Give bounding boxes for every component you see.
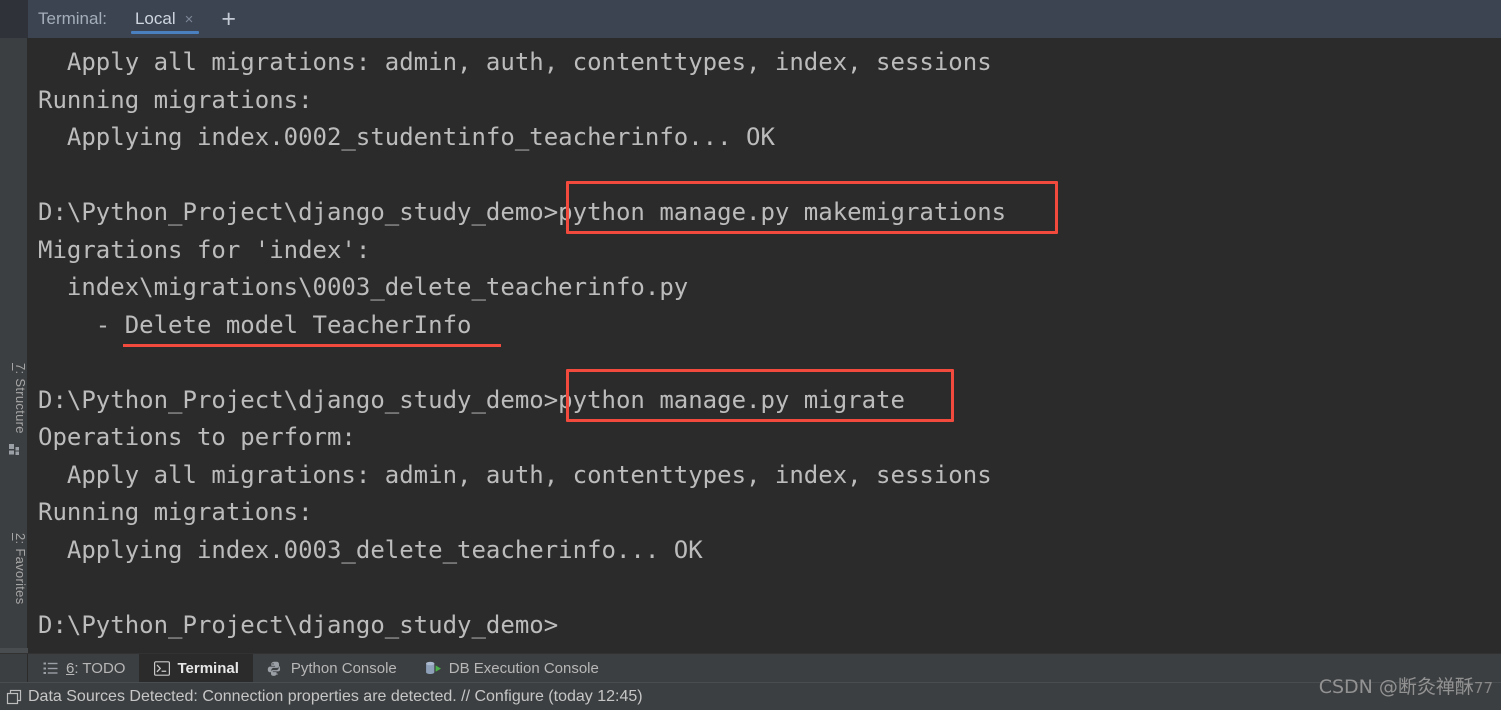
new-session-plus-icon[interactable]: + xyxy=(209,0,248,38)
terminal-line: D:\Python_Project\django_study_demo> xyxy=(38,610,559,639)
status-bar-message[interactable]: Data Sources Detected: Connection proper… xyxy=(28,688,643,706)
sidebar-item-favorites-label: 2: Favorites xyxy=(0,530,28,608)
sidebar-structure-number: 7 xyxy=(13,363,28,371)
tab-bar-gutter xyxy=(0,0,28,38)
terminal-line: Applying index.0003_delete_teacherinfo..… xyxy=(38,535,703,564)
python-icon xyxy=(267,660,284,677)
tool-window-terminal-label: Terminal xyxy=(177,660,239,677)
terminal-output-text: Apply all migrations: admin, auth, conte… xyxy=(28,38,1501,644)
sidebar-favorites-text: : Favorites xyxy=(13,540,28,605)
terminal-line: Applying index.0002_studentinfo_teacheri… xyxy=(38,123,775,151)
terminal-output-panel[interactable]: Apply all migrations: admin, auth, conte… xyxy=(28,38,1501,653)
tool-window-gutter xyxy=(0,654,28,682)
pycharm-terminal-window: Terminal: Local × + 7: Structure 2: Favo… xyxy=(0,0,1501,710)
sidebar-favorites-number: 2 xyxy=(13,533,28,541)
tool-window-todo-text: : TODO xyxy=(74,660,126,677)
terminal-line: Apply all migrations: admin, auth, conte… xyxy=(38,460,992,489)
left-tool-window-bar: 7: Structure 2: Favorites xyxy=(0,38,28,682)
tool-window-db-execution-console[interactable]: DB Execution Console xyxy=(411,654,613,683)
sidebar-item-structure[interactable]: 7: Structure xyxy=(0,360,28,463)
terminal-line: Running migrations: xyxy=(38,498,313,526)
terminal-line: Apply all migrations: admin, auth, conte… xyxy=(38,48,992,76)
terminal-line: - Delete model TeacherInfo xyxy=(38,310,472,339)
sidebar-item-favorites[interactable]: 2: Favorites xyxy=(0,530,28,608)
tool-window-terminal[interactable]: Terminal xyxy=(139,654,253,683)
terminal-panel-label: Terminal: xyxy=(38,9,107,28)
close-icon[interactable]: × xyxy=(185,12,194,27)
structure-icon xyxy=(0,437,28,463)
bottom-tool-window-bar: 6: TODO Terminal Python Console DB Execu… xyxy=(0,653,1501,683)
terminal-line: D:\Python_Project\django_study_demo>pyth… xyxy=(38,198,1007,226)
terminal-line: Running migrations: xyxy=(38,85,313,114)
tool-window-db-console-label: DB Execution Console xyxy=(448,660,599,677)
terminal-tab-local-label: Local xyxy=(134,9,176,28)
window-icon[interactable] xyxy=(0,689,28,705)
sidebar-structure-text: : Structure xyxy=(13,370,28,434)
terminal-line: D:\Python_Project\django_study_demo>pyth… xyxy=(38,385,905,414)
terminal-line: Migrations for 'index': xyxy=(38,235,371,264)
terminal-tab-bar: Terminal: Local × + xyxy=(0,0,1501,38)
database-run-icon xyxy=(425,660,442,677)
terminal-line: Operations to perform: xyxy=(38,423,356,451)
tool-window-todo[interactable]: 6: TODO xyxy=(28,654,139,683)
status-bar: Data Sources Detected: Connection proper… xyxy=(0,682,1501,710)
todo-list-icon xyxy=(42,660,59,677)
terminal-line: index\migrations\0003_delete_teacherinfo… xyxy=(38,273,689,301)
sidebar-item-structure-label: 7: Structure xyxy=(0,360,28,437)
active-tab-indicator xyxy=(130,31,200,34)
terminal-icon xyxy=(153,660,170,677)
tool-window-python-console[interactable]: Python Console xyxy=(253,654,411,683)
tool-window-todo-label: 6: TODO xyxy=(66,660,125,677)
tool-window-python-console-label: Python Console xyxy=(290,660,397,677)
terminal-tab-local[interactable]: Local × xyxy=(117,0,205,38)
